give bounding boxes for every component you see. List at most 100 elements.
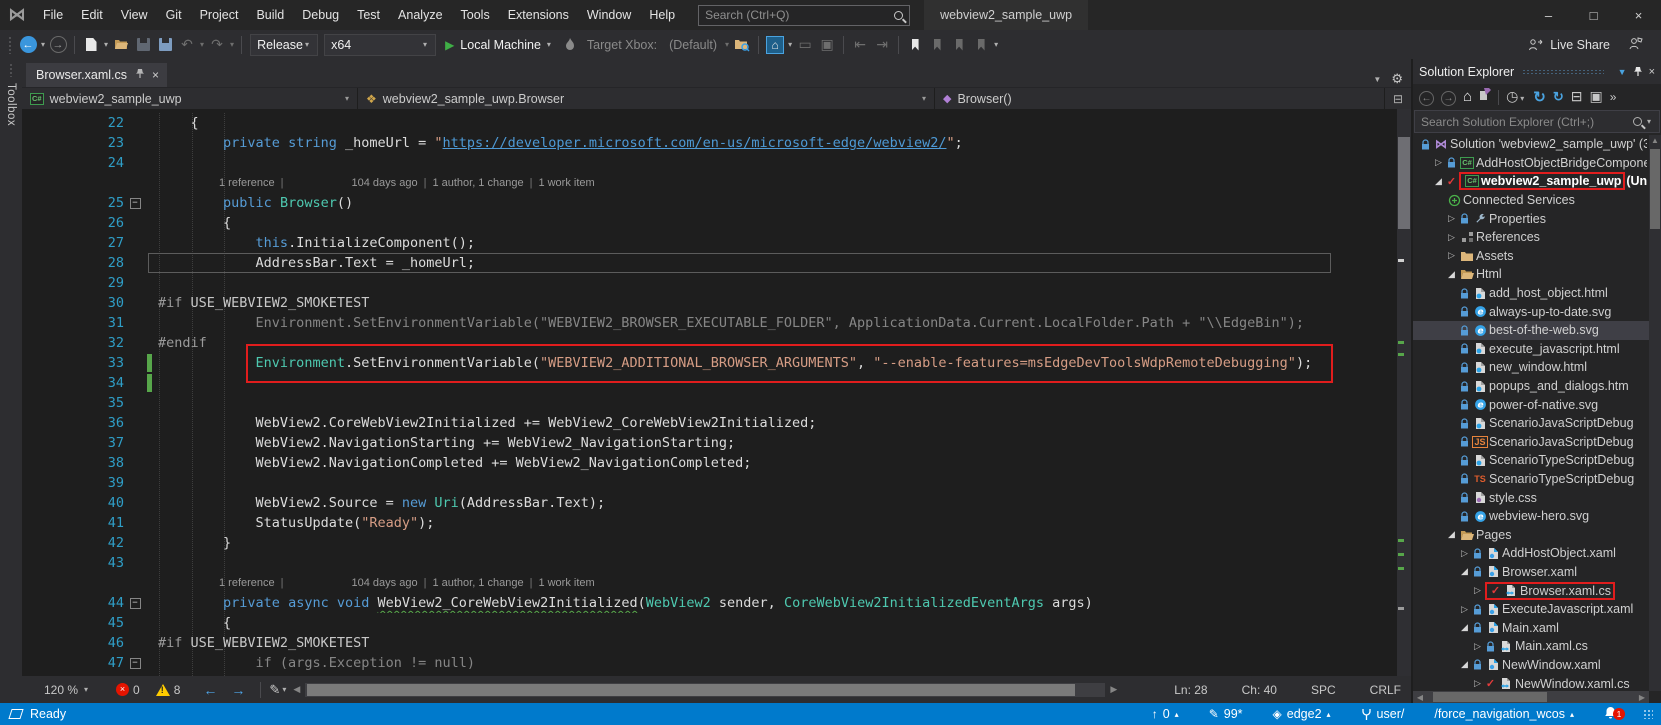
code-line-47[interactable]: 47− if (args.Exception != null) xyxy=(22,653,1397,673)
menu-window[interactable]: Window xyxy=(578,0,640,30)
solution-explorer-horizontal-scrollbar[interactable]: ◀ ▶ xyxy=(1413,691,1649,703)
redo-icon[interactable]: ↷ xyxy=(207,33,227,57)
line-number[interactable]: 38 xyxy=(78,453,124,473)
indent-mode[interactable]: SPC xyxy=(1311,683,1336,697)
tab-browser-xaml-cs[interactable]: Browser.xaml.cs × xyxy=(26,63,168,87)
scrollbar-thumb[interactable] xyxy=(1398,137,1410,229)
code-line-38[interactable]: 38 WebView2.NavigationCompleted += WebVi… xyxy=(22,453,1397,473)
tree-item[interactable]: ▷ Properties xyxy=(1413,209,1661,228)
pending-changes-filter-icon[interactable]: ◷ ▾ xyxy=(1506,88,1526,106)
tree-item[interactable]: new_window.html xyxy=(1413,358,1661,377)
breakpoint-margin[interactable] xyxy=(22,393,78,413)
tree-item[interactable]: ▷ AddHostObject.xaml xyxy=(1413,544,1661,563)
scroll-right-icon[interactable]: ▶ xyxy=(1110,684,1117,695)
code-editor[interactable]: 22 {23 private string _homeUrl = "https:… xyxy=(22,109,1411,676)
tree-item[interactable]: execute_javascript.html xyxy=(1413,340,1661,359)
tree-item[interactable]: JS ScenarioJavaScriptDebug xyxy=(1413,433,1661,452)
breakpoint-margin[interactable] xyxy=(22,633,78,653)
close-button[interactable]: × xyxy=(1616,0,1661,30)
tree-item[interactable]: ▷ ExecuteJavascript.xaml xyxy=(1413,600,1661,619)
code-line-46[interactable]: 46 #if USE_WEBVIEW2_SMOKETEST xyxy=(22,633,1397,653)
line-number[interactable]: 28 xyxy=(78,253,124,273)
line-number[interactable]: 31 xyxy=(78,313,124,333)
tree-item[interactable]: e power-of-native.svg xyxy=(1413,395,1661,414)
back-icon[interactable]: ← xyxy=(1419,88,1434,106)
tree-item[interactable]: ▷ Assets xyxy=(1413,247,1661,266)
tree-item[interactable]: add_host_object.html xyxy=(1413,284,1661,303)
toolbar-grip[interactable] xyxy=(8,35,13,54)
chevron-expanded-icon[interactable]: ◢ xyxy=(1458,566,1471,577)
code-line-44[interactable]: 44− private async void WebView2_CoreWebV… xyxy=(22,593,1397,613)
menu-git[interactable]: Git xyxy=(157,0,191,30)
background-tasks-icon[interactable] xyxy=(8,709,24,719)
chevron-down-icon[interactable]: ▾ xyxy=(200,40,204,49)
chevron-down-icon[interactable]: ▾ xyxy=(41,40,45,49)
line-number[interactable]: 46 xyxy=(78,633,124,653)
line-number[interactable]: 29 xyxy=(78,273,124,293)
refresh-icon[interactable]: ↻ xyxy=(1533,88,1546,107)
code-line-30[interactable]: 30 #if USE_WEBVIEW2_SMOKETEST xyxy=(22,293,1397,313)
breakpoint-margin[interactable] xyxy=(22,253,78,273)
tree-item[interactable]: ▷ Main.xaml.cs xyxy=(1413,637,1661,656)
code-line-39[interactable]: 39 xyxy=(22,473,1397,493)
warning-count[interactable]: 8 xyxy=(174,683,181,697)
scroll-up-icon[interactable]: ▲ xyxy=(1649,136,1661,145)
code-line-23[interactable]: 23 private string _homeUrl = "https://de… xyxy=(22,133,1397,153)
breakpoint-margin[interactable] xyxy=(22,233,78,253)
current-repo[interactable]: user/ xyxy=(1361,707,1404,721)
tree-item[interactable]: ◢ Browser.xaml xyxy=(1413,563,1661,582)
home-icon[interactable]: ⌂ xyxy=(1463,88,1472,106)
tree-item[interactable]: ▷ References xyxy=(1413,228,1661,247)
breadcrumb-2[interactable]: ❖ webview2_sample_uwp.Browser ▾ xyxy=(358,88,935,109)
breakpoint-margin[interactable] xyxy=(22,453,78,473)
close-tab-icon[interactable]: × xyxy=(152,68,159,82)
navigate-forward-code-icon[interactable]: ▣ xyxy=(817,33,837,57)
menu-debug[interactable]: Debug xyxy=(293,0,348,30)
breakpoint-margin[interactable] xyxy=(22,113,78,133)
tree-item[interactable]: e always-up-to-date.svg xyxy=(1413,302,1661,321)
next-bookmark-icon[interactable] xyxy=(949,33,969,57)
line-number[interactable]: 33 xyxy=(78,353,124,373)
line-number[interactable]: 41 xyxy=(78,513,124,533)
menu-build[interactable]: Build xyxy=(247,0,293,30)
chevron-collapsed-icon[interactable]: ▷ xyxy=(1471,585,1484,596)
codelens-age[interactable]: 104 days ago xyxy=(352,573,418,593)
breadcrumb-1[interactable]: C# webview2_sample_uwp ▾ xyxy=(22,88,358,109)
menu-tools[interactable]: Tools xyxy=(452,0,499,30)
solution-explorer-vertical-scrollbar[interactable]: ▲ xyxy=(1649,135,1661,691)
code-line-33[interactable]: 33 Environment.SetEnvironmentVariable("W… xyxy=(22,344,1397,383)
tree-item[interactable]: popups_and_dialogs.htm xyxy=(1413,377,1661,396)
menu-file[interactable]: File xyxy=(34,0,72,30)
tree-item[interactable]: e best-of-the-web.svg xyxy=(1413,320,1661,340)
breakpoint-margin[interactable] xyxy=(22,553,78,573)
prev-bookmark-icon[interactable] xyxy=(927,33,947,57)
codelens-age[interactable]: 104 days ago xyxy=(352,173,418,193)
codelens-work-items[interactable]: 1 work item xyxy=(538,173,594,193)
tree-item[interactable]: ◢ Main.xaml xyxy=(1413,618,1661,637)
chevron-collapsed-icon[interactable]: ▷ xyxy=(1458,604,1471,615)
line-number[interactable]: 22 xyxy=(78,113,124,133)
line-number[interactable]: 39 xyxy=(78,473,124,493)
menu-view[interactable]: View xyxy=(112,0,157,30)
chevron-down-icon[interactable]: ▾ xyxy=(1647,117,1651,126)
tree-item[interactable]: ◢ NewWindow.xaml xyxy=(1413,656,1661,675)
clear-bookmarks-icon[interactable] xyxy=(971,33,991,57)
editor-options-gear-icon[interactable]: ⚙ xyxy=(1391,71,1403,87)
panel-drag-grip[interactable] xyxy=(1522,68,1604,75)
breakpoint-margin[interactable] xyxy=(22,593,78,613)
tab-list-dropdown-icon[interactable]: ▼ xyxy=(1373,75,1381,84)
live-share-button[interactable]: Live Share xyxy=(1528,38,1610,52)
line-number[interactable]: 23 xyxy=(78,133,124,153)
breakpoint-margin[interactable] xyxy=(22,473,78,493)
start-debugging-button[interactable]: ▶ Local Machine ▾ xyxy=(445,38,553,52)
cursor-line[interactable]: Ln: 28 xyxy=(1174,683,1207,697)
breakpoint-margin[interactable] xyxy=(22,613,78,633)
collapse-all-icon[interactable]: ⊟ xyxy=(1571,88,1583,106)
scrollbar-thumb[interactable] xyxy=(1650,149,1660,229)
scrollbar-thumb[interactable] xyxy=(307,683,1076,696)
breakpoint-margin[interactable] xyxy=(22,193,78,213)
breadcrumb-3[interactable]: ◆ Browser() xyxy=(935,88,1385,109)
save-icon[interactable] xyxy=(133,33,153,57)
properties-icon[interactable]: ▣ xyxy=(1590,88,1603,106)
breakpoint-margin[interactable] xyxy=(22,353,78,373)
